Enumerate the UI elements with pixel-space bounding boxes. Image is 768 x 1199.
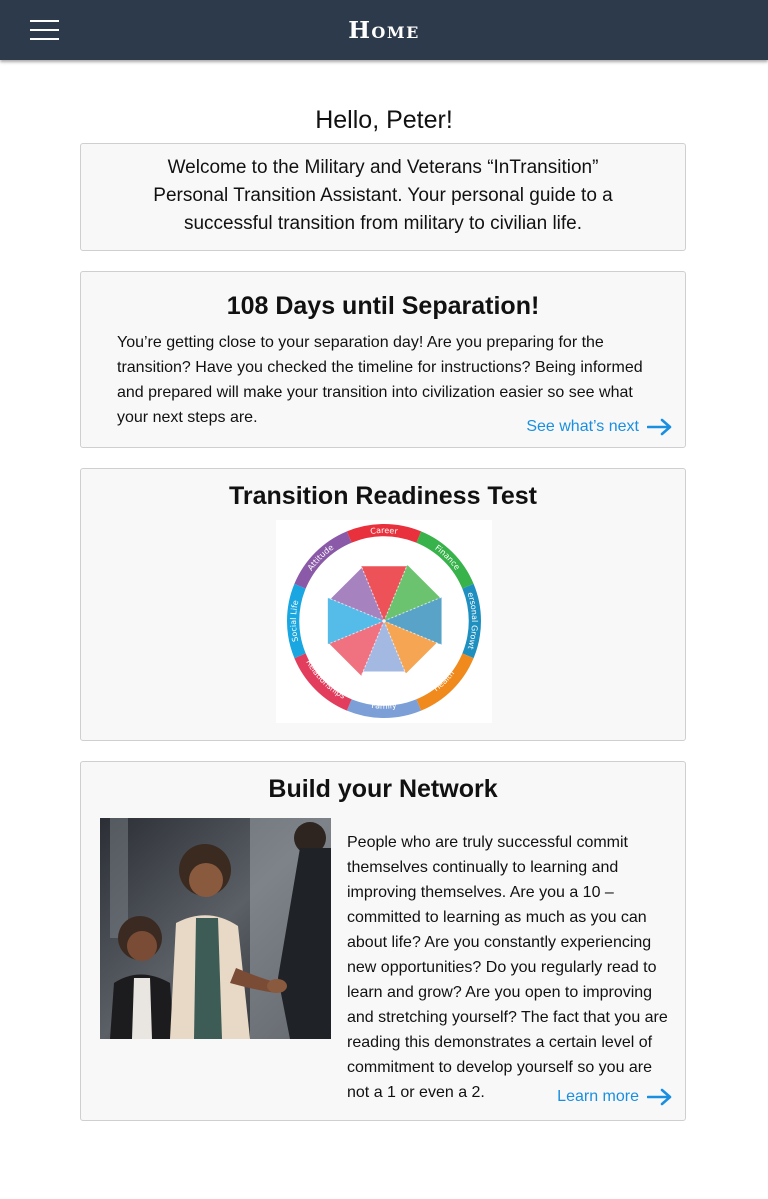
see-whats-next-link[interactable]: See what’s next [526, 418, 673, 436]
handshake-photo [100, 818, 331, 1039]
readiness-test-heading: Transition Readiness Test [229, 482, 537, 510]
network-body: People who are truly successful commit t… [347, 834, 668, 1101]
welcome-text: Welcome to the Military and Veterans “In… [153, 157, 613, 234]
readiness-test-card[interactable]: Transition Readiness Test CareerFinanceP… [80, 468, 686, 741]
learn-more-link[interactable]: Learn more [557, 1088, 673, 1106]
separation-card: 108 Days until Separation! You’re gettin… [80, 271, 686, 448]
separation-heading: 108 Days until Separation! [226, 292, 540, 320]
learn-more-label[interactable]: Learn more [557, 1088, 639, 1106]
network-heading: Build your Network [268, 775, 498, 803]
readiness-wheel[interactable]: CareerFinancePersonal GrowthHealthFamily… [273, 513, 492, 723]
arrow-right-icon[interactable] [647, 418, 673, 436]
page-title: Home [348, 17, 420, 44]
welcome-card: Welcome to the Military and Veterans “In… [80, 143, 686, 251]
readiness-wheel-graphic: CareerFinancePersonal GrowthHealthFamily… [273, 513, 482, 719]
see-whats-next-label[interactable]: See what’s next [526, 418, 639, 436]
top-app-bar: Home [0, 0, 768, 60]
separation-body: You’re getting close to your separation … [117, 334, 643, 426]
network-card: Build your Network People who are truly … [80, 761, 686, 1121]
greeting-heading: Hello, Peter! [315, 105, 453, 134]
arrow-right-icon[interactable] [647, 1088, 673, 1106]
